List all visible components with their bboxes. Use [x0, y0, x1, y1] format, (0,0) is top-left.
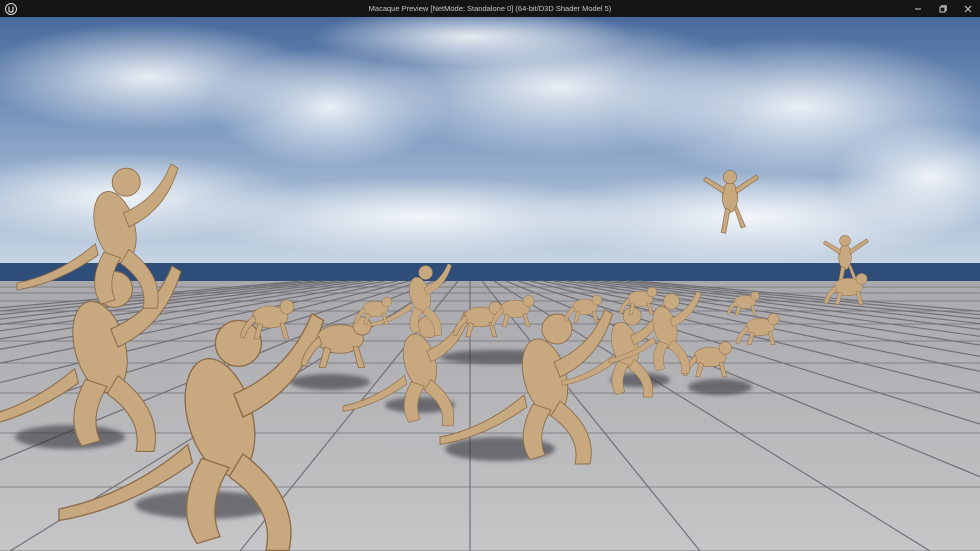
window-controls [905, 0, 980, 17]
restore-icon [939, 4, 947, 12]
window-title: Macaque Preview [NetMode: Standalone 0] … [368, 4, 612, 13]
restore-button[interactable] [930, 0, 955, 17]
minimize-icon [914, 8, 921, 9]
minimize-button[interactable] [905, 0, 930, 17]
game-viewport[interactable] [0, 17, 980, 551]
unreal-logo-icon [0, 0, 22, 17]
close-icon [964, 5, 971, 12]
title-bar[interactable]: Macaque Preview [NetMode: Standalone 0] … [0, 0, 980, 17]
game-window: Macaque Preview [NetMode: Standalone 0] … [0, 0, 980, 551]
close-button[interactable] [955, 0, 980, 17]
